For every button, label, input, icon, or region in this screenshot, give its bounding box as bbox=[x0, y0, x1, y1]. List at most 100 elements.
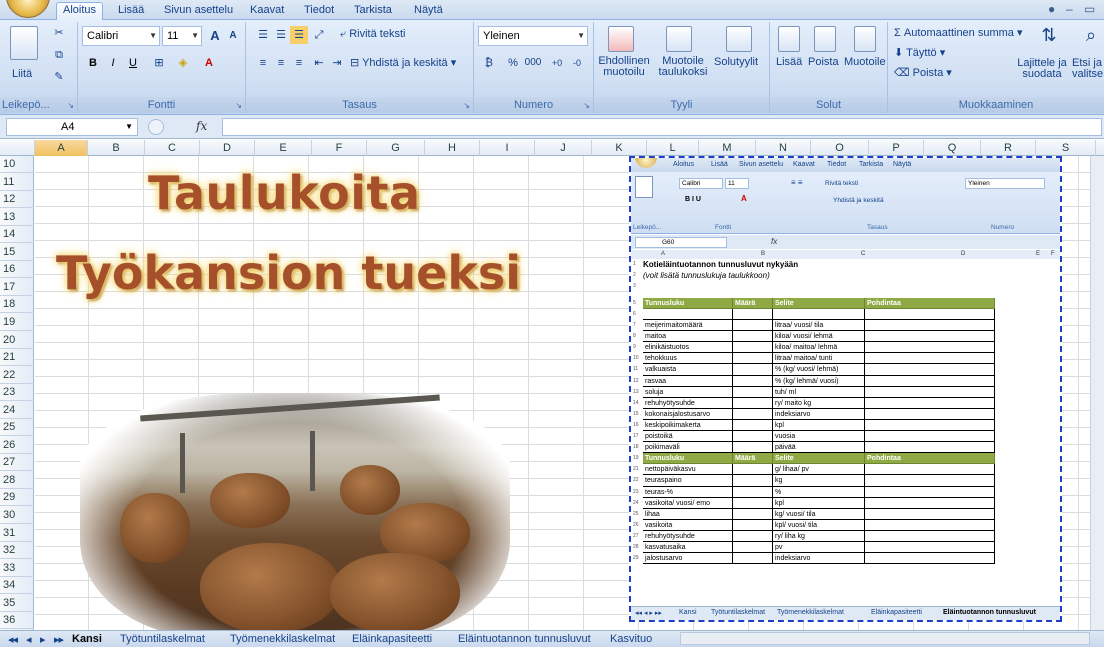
fx-icon[interactable]: fx bbox=[196, 119, 207, 133]
row-header-36[interactable]: 36 bbox=[0, 612, 34, 630]
grow-font-button[interactable]: A bbox=[206, 27, 224, 45]
row-header-28[interactable]: 28 bbox=[0, 472, 34, 489]
format-painter-icon[interactable]: ✎ bbox=[50, 68, 68, 86]
orientation-icon[interactable]: ⤢ bbox=[310, 26, 328, 44]
clear-button[interactable]: ⌫ Poista ▾ bbox=[894, 66, 952, 79]
column-header-o[interactable]: O bbox=[811, 140, 869, 156]
dialog-launcher-icon[interactable]: ↘ bbox=[235, 101, 242, 110]
row-header-29[interactable]: 29 bbox=[0, 489, 34, 507]
column-header-i[interactable]: I bbox=[480, 140, 535, 156]
restore-icon[interactable]: ▭ bbox=[1084, 2, 1095, 16]
percent-button[interactable]: % bbox=[504, 54, 522, 72]
sheet-tab[interactable]: Kansi bbox=[72, 633, 102, 645]
conditional-format-button[interactable]: Ehdollinen muotoilu bbox=[598, 56, 650, 78]
fill-color-icon[interactable]: ◈ bbox=[174, 54, 192, 72]
font-size-select[interactable]: 11 ▼ bbox=[162, 26, 202, 46]
sheet-nav-next-icon[interactable]: ▸ bbox=[40, 633, 46, 646]
row-header-30[interactable]: 30 bbox=[0, 507, 34, 524]
tab-lisaa[interactable]: Lisää bbox=[112, 3, 150, 20]
merge-center-button[interactable]: ⊟ Yhdistä ja keskitä ▾ bbox=[350, 56, 456, 69]
delete-cells-button[interactable]: Poista bbox=[808, 56, 839, 68]
sheet-tab[interactable]: Työmenekkilaskelmat bbox=[230, 633, 335, 645]
row-header-31[interactable]: 31 bbox=[0, 525, 34, 542]
row-header-34[interactable]: 34 bbox=[0, 577, 34, 595]
copy-icon[interactable]: ⧉ bbox=[50, 46, 68, 64]
currency-icon[interactable]: ₿ bbox=[480, 54, 498, 72]
column-header-m[interactable]: M bbox=[699, 140, 756, 156]
column-header-q[interactable]: Q bbox=[924, 140, 981, 156]
row-header-32[interactable]: 32 bbox=[0, 542, 34, 560]
help-icon[interactable]: ● bbox=[1048, 2, 1055, 16]
border-icon[interactable]: ⊞ bbox=[150, 54, 168, 72]
align-right-icon[interactable]: ≡ bbox=[290, 54, 308, 72]
decrease-indent-icon[interactable]: ⇤ bbox=[310, 54, 328, 72]
row-header-14[interactable]: 14 bbox=[0, 226, 34, 244]
increase-decimal-icon[interactable]: +0 bbox=[548, 54, 566, 72]
font-name-select[interactable]: Calibri ▼ bbox=[82, 26, 160, 46]
tab-tarkista[interactable]: Tarkista bbox=[348, 3, 398, 20]
format-cells-button[interactable]: Muotoile bbox=[844, 56, 886, 68]
formula-input[interactable] bbox=[222, 118, 1102, 136]
column-header-l[interactable]: L bbox=[647, 140, 699, 156]
sheet-nav-prev-icon[interactable]: ◂ bbox=[26, 633, 32, 646]
row-header-25[interactable]: 25 bbox=[0, 419, 34, 437]
align-middle-icon[interactable]: ☰ bbox=[272, 26, 290, 44]
cell-styles-button[interactable]: Solutyylit bbox=[714, 56, 758, 68]
title-line-2[interactable]: Työkansion tueksi bbox=[56, 246, 521, 300]
column-header-s[interactable]: S bbox=[1036, 140, 1096, 156]
sheet-tab[interactable]: Eläintuotannon tunnusluvut bbox=[458, 633, 591, 645]
column-header-f[interactable]: F bbox=[312, 140, 367, 156]
thousands-button[interactable]: 000 bbox=[522, 54, 544, 72]
row-header-33[interactable]: 33 bbox=[0, 560, 34, 577]
align-left-icon[interactable]: ≡ bbox=[254, 54, 272, 72]
column-header-j[interactable]: J bbox=[535, 140, 592, 156]
italic-button[interactable]: I bbox=[104, 54, 122, 72]
column-header-b[interactable]: B bbox=[88, 140, 145, 156]
sheet-tab[interactable]: Kasvituo bbox=[610, 633, 652, 645]
increase-indent-icon[interactable]: ⇥ bbox=[328, 54, 346, 72]
row-header-18[interactable]: 18 bbox=[0, 296, 34, 314]
embedded-screenshot[interactable]: Aloitus Lisää Sivun asettelu Kaavat Tiedot Ta… bbox=[629, 156, 1062, 622]
dialog-launcher-icon[interactable]: ↘ bbox=[67, 101, 74, 110]
font-color-icon[interactable]: A bbox=[200, 54, 218, 72]
cattle-photo[interactable] bbox=[80, 393, 510, 638]
row-header-16[interactable]: 16 bbox=[0, 261, 34, 279]
minimize-icon[interactable]: – bbox=[1066, 2, 1073, 16]
align-bottom-icon[interactable]: ☰ bbox=[290, 26, 308, 44]
name-box[interactable]: A4 ▼ bbox=[6, 118, 138, 136]
row-header-27[interactable]: 27 bbox=[0, 454, 34, 472]
sheet-tab[interactable]: Työtuntilaskelmat bbox=[120, 633, 205, 645]
row-header-22[interactable]: 22 bbox=[0, 367, 34, 384]
column-header-n[interactable]: N bbox=[756, 140, 811, 156]
format-as-table-button[interactable]: Muotoile taulukoksi bbox=[654, 56, 712, 78]
sheet-tab[interactable]: Eläinkapasiteetti bbox=[352, 633, 432, 645]
column-header-p[interactable]: P bbox=[869, 140, 924, 156]
shrink-font-button[interactable]: A bbox=[224, 27, 242, 45]
paste-icon[interactable] bbox=[10, 26, 38, 60]
title-line-1[interactable]: Taulukoita bbox=[148, 166, 421, 220]
insert-cells-button[interactable]: Lisää bbox=[776, 56, 802, 68]
align-top-icon[interactable]: ☰ bbox=[254, 26, 272, 44]
column-header-e[interactable]: E bbox=[255, 140, 312, 156]
vertical-scrollbar[interactable] bbox=[1090, 156, 1104, 630]
tab-kaavat[interactable]: Kaavat bbox=[244, 3, 290, 20]
row-header-23[interactable]: 23 bbox=[0, 384, 34, 402]
bold-button[interactable]: B bbox=[84, 54, 102, 72]
office-button[interactable] bbox=[6, 0, 50, 18]
dialog-launcher-icon[interactable]: ↘ bbox=[463, 101, 470, 110]
row-header-24[interactable]: 24 bbox=[0, 402, 34, 419]
number-format-select[interactable]: Yleinen ▼ bbox=[478, 26, 588, 46]
horizontal-scrollbar[interactable] bbox=[680, 632, 1090, 645]
select-all-corner[interactable] bbox=[0, 140, 35, 156]
column-header-h[interactable]: H bbox=[425, 140, 480, 156]
row-header-10[interactable]: 10 bbox=[0, 156, 34, 173]
tab-aloitus[interactable]: Aloitus bbox=[56, 2, 104, 21]
paste-button[interactable]: Liitä bbox=[12, 68, 32, 80]
row-header-35[interactable]: 35 bbox=[0, 595, 34, 612]
sort-filter-button[interactable]: Lajittele ja suodata bbox=[1012, 58, 1072, 80]
column-header-k[interactable]: K bbox=[592, 140, 647, 156]
cut-icon[interactable]: ✂ bbox=[50, 24, 68, 42]
tab-sivun-asettelu[interactable]: Sivun asettelu bbox=[158, 3, 239, 20]
cancel-entry-icon[interactable] bbox=[148, 119, 164, 135]
row-header-17[interactable]: 17 bbox=[0, 279, 34, 296]
